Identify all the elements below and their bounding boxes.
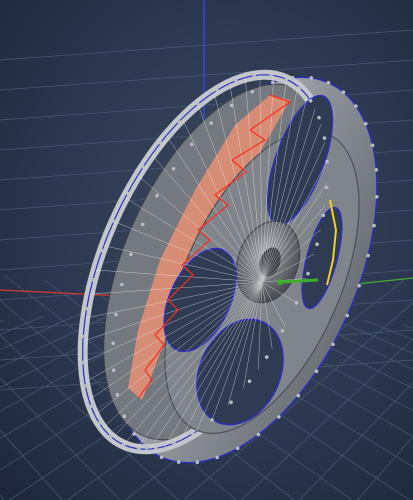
mesh-vertex[interactable] [215, 455, 219, 460]
mesh-vertex[interactable] [215, 88, 219, 93]
mesh-vertex[interactable] [111, 368, 116, 373]
mesh-vertex[interactable] [115, 392, 120, 397]
grid-line [400, 260, 413, 500]
mesh-vertex[interactable] [171, 167, 176, 171]
mesh-vertex[interactable] [284, 77, 289, 82]
mesh-vertex[interactable] [229, 103, 234, 108]
mesh-vertex[interactable] [290, 76, 295, 80]
mesh-vertex[interactable] [84, 306, 89, 311]
mesh-vertex[interactable] [309, 76, 314, 80]
mesh-vertex[interactable] [209, 121, 213, 125]
grid-line [323, 314, 413, 354]
mesh-vertex[interactable] [354, 104, 358, 108]
mesh-vertex[interactable] [137, 447, 141, 451]
mesh-vertex[interactable] [177, 119, 181, 124]
mesh-vertex[interactable] [210, 418, 214, 422]
mesh-vertex[interactable] [296, 393, 301, 398]
mesh-vertex[interactable] [315, 242, 319, 246]
mesh-vertex[interactable] [89, 404, 93, 409]
mesh-vertex[interactable] [83, 384, 88, 388]
mesh-vertex[interactable] [375, 195, 379, 199]
mesh-vertex[interactable] [189, 142, 194, 147]
grid-line [0, 29, 413, 61]
mesh-vertex[interactable] [250, 89, 255, 94]
mesh-vertex[interactable] [144, 446, 149, 450]
mesh-vertex[interactable] [195, 460, 200, 465]
wheel-rim-mesh[interactable] [32, 37, 413, 500]
mesh-vertex[interactable] [297, 86, 302, 90]
mesh-vertex[interactable] [325, 159, 329, 164]
mesh-vertex[interactable] [314, 369, 319, 374]
mesh-vertex[interactable] [264, 355, 269, 359]
mesh-vertex[interactable] [280, 329, 285, 333]
mesh-vertex[interactable] [155, 193, 159, 198]
mesh-vertex[interactable] [345, 313, 350, 318]
mesh-vertex[interactable] [111, 341, 115, 346]
mesh-vertex[interactable] [81, 360, 85, 365]
mesh-vertex[interactable] [234, 78, 238, 83]
mesh-vertex[interactable] [100, 248, 104, 253]
mesh-vertex[interactable] [321, 213, 326, 218]
mesh-vertex[interactable] [326, 80, 331, 85]
mesh-vertex[interactable] [108, 434, 113, 438]
mesh-vertex[interactable] [125, 191, 130, 195]
mesh-vertex[interactable] [114, 312, 118, 317]
mesh-vertex[interactable] [159, 455, 164, 460]
viewport-canvas[interactable] [0, 0, 413, 500]
mesh-vertex[interactable] [229, 400, 233, 405]
mesh-vertex[interactable] [308, 99, 313, 103]
mesh-vertex[interactable] [247, 379, 252, 384]
grid-line [0, 494, 5, 500]
mesh-vertex[interactable] [158, 141, 163, 145]
mesh-vertex[interactable] [277, 415, 281, 419]
grid-line [0, 311, 85, 351]
mesh-vertex[interactable] [154, 446, 158, 451]
mesh-vertex[interactable] [252, 73, 256, 78]
gizmo-center-point[interactable] [277, 279, 283, 285]
mesh-vertex[interactable] [176, 460, 181, 464]
mesh-vertex[interactable] [141, 165, 146, 169]
mesh-vertex[interactable] [294, 300, 299, 305]
3d-viewport[interactable] [0, 0, 413, 500]
mesh-vertex[interactable] [129, 252, 133, 257]
mesh-vertex[interactable] [363, 122, 368, 126]
mesh-vertex[interactable] [366, 253, 370, 258]
mesh-vertex[interactable] [374, 168, 379, 172]
mesh-vertex[interactable] [271, 80, 275, 85]
gizmo-y-handle[interactable] [279, 278, 319, 284]
mesh-vertex[interactable] [370, 143, 375, 148]
mesh-vertex[interactable] [341, 90, 346, 94]
mesh-vertex[interactable] [331, 342, 335, 347]
mesh-vertex[interactable] [357, 283, 361, 288]
mesh-vertex[interactable] [97, 421, 102, 426]
mesh-vertex[interactable] [317, 115, 321, 120]
mesh-vertex[interactable] [81, 334, 86, 339]
mesh-vertex[interactable] [132, 432, 136, 436]
mesh-vertex[interactable] [196, 102, 200, 106]
mesh-vertex[interactable] [372, 223, 376, 228]
grid-line [363, 319, 413, 341]
grid-line [0, 59, 413, 91]
mesh-vertex[interactable] [269, 73, 273, 77]
mesh-vertex[interactable] [91, 278, 95, 282]
mesh-vertex[interactable] [322, 136, 327, 140]
mesh-vertex[interactable] [111, 219, 116, 224]
mesh-vertex[interactable] [140, 222, 145, 227]
mesh-vertex[interactable] [256, 432, 261, 437]
mesh-vertex[interactable] [324, 185, 329, 190]
mesh-vertex[interactable] [172, 441, 176, 446]
mesh-vertex[interactable] [121, 442, 126, 447]
mesh-vertex[interactable] [306, 271, 310, 276]
mesh-vertex[interactable] [120, 282, 124, 287]
mesh-vertex[interactable] [191, 431, 195, 436]
mesh-vertex[interactable] [235, 446, 240, 451]
mesh-vertex[interactable] [122, 414, 127, 419]
